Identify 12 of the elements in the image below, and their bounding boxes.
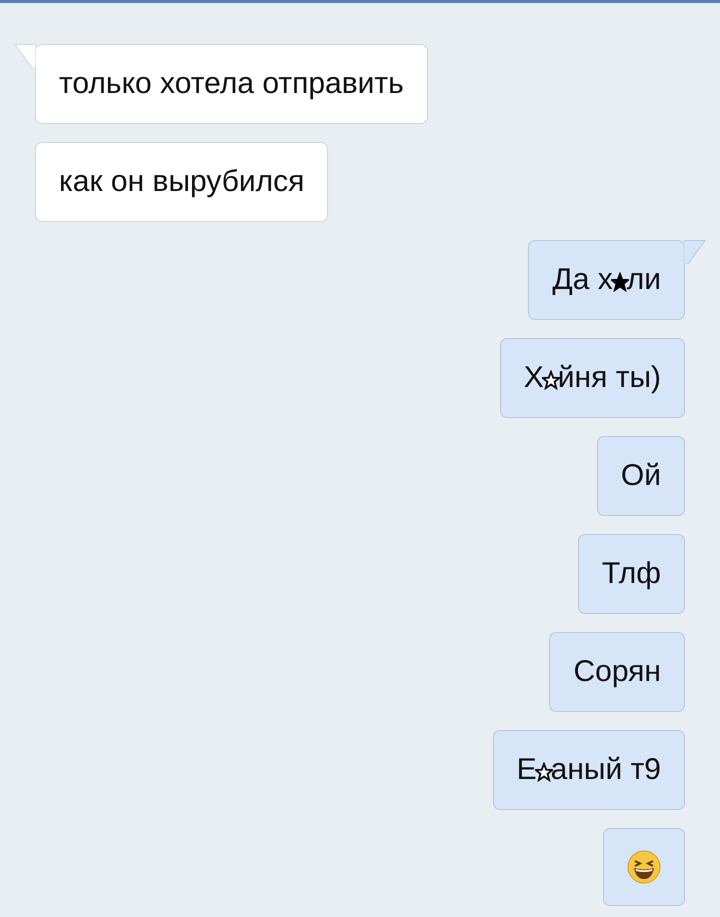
message-text: Да х	[552, 262, 613, 298]
message-text: Х	[524, 360, 544, 396]
message-text: ли	[626, 262, 661, 298]
message-text: Ой	[620, 458, 661, 494]
message-text: только хотела отправить	[59, 66, 404, 102]
message-text: Сорян	[573, 654, 661, 690]
laughing-face-icon	[627, 850, 661, 884]
message-text: аный т9	[550, 752, 661, 788]
message-text: как он вырубился	[59, 164, 304, 200]
message-text: Е	[516, 752, 537, 788]
message-text: Тлф	[602, 556, 661, 592]
message-text: йня ты)	[558, 360, 661, 396]
